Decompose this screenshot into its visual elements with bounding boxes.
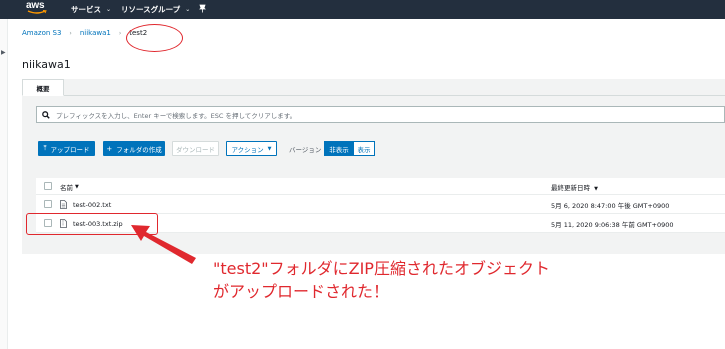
annotation-line-1: "test2"フォルダにZIP圧縮されたオブジェクト <box>213 259 550 278</box>
annotation-text: "test2"フォルダにZIP圧縮されたオブジェクト がアップロードされた！ <box>213 257 550 303</box>
annotation-line-2: がアップロードされた！ <box>213 282 390 301</box>
